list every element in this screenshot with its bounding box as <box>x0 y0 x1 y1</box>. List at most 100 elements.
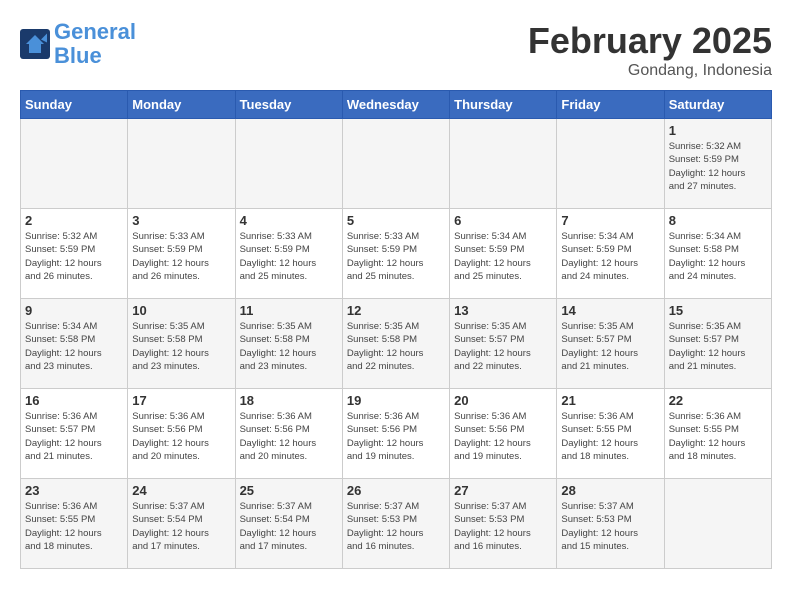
dow-header-tuesday: Tuesday <box>235 91 342 119</box>
day-cell <box>21 119 128 209</box>
day-number: 7 <box>561 213 659 228</box>
day-number: 16 <box>25 393 123 408</box>
day-number: 24 <box>132 483 230 498</box>
day-info: Sunrise: 5:36 AM Sunset: 5:55 PM Dayligh… <box>561 410 659 463</box>
week-row-1: 1 Sunrise: 5:32 AM Sunset: 5:59 PM Daylig… <box>21 119 772 209</box>
day-number: 10 <box>132 303 230 318</box>
day-cell: 23 Sunrise: 5:36 AM Sunset: 5:55 PM Dayli… <box>21 479 128 569</box>
logo-text: General Blue <box>54 20 136 68</box>
day-cell: 7 Sunrise: 5:34 AM Sunset: 5:59 PM Daylig… <box>557 209 664 299</box>
days-of-week-row: SundayMondayTuesdayWednesdayThursdayFrid… <box>21 91 772 119</box>
day-number: 15 <box>669 303 767 318</box>
day-number: 5 <box>347 213 445 228</box>
day-cell <box>128 119 235 209</box>
day-cell: 13 Sunrise: 5:35 AM Sunset: 5:57 PM Dayli… <box>450 299 557 389</box>
day-cell: 5Sunrise: 5:33 AM Sunset: 5:59 PM Daylig… <box>342 209 449 299</box>
location: Gondang, Indonesia <box>528 62 772 80</box>
title-block: February 2025 Gondang, Indonesia <box>528 20 772 80</box>
day-info: Sunrise: 5:37 AM Sunset: 5:54 PM Dayligh… <box>240 500 338 553</box>
day-cell: 19 Sunrise: 5:36 AM Sunset: 5:56 PM Dayli… <box>342 389 449 479</box>
day-cell: 25 Sunrise: 5:37 AM Sunset: 5:54 PM Dayli… <box>235 479 342 569</box>
day-info: Sunrise: 5:36 AM Sunset: 5:56 PM Dayligh… <box>347 410 445 463</box>
month-title: February 2025 <box>528 20 772 62</box>
day-number: 17 <box>132 393 230 408</box>
day-info: Sunrise: 5:33 AM Sunset: 5:59 PM Dayligh… <box>132 230 230 283</box>
day-cell: 27 Sunrise: 5:37 AM Sunset: 5:53 PM Dayli… <box>450 479 557 569</box>
day-cell: 12 Sunrise: 5:35 AM Sunset: 5:58 PM Dayli… <box>342 299 449 389</box>
day-number: 3 <box>132 213 230 228</box>
day-cell: 26Sunrise: 5:37 AM Sunset: 5:53 PM Dayli… <box>342 479 449 569</box>
day-cell: 24 Sunrise: 5:37 AM Sunset: 5:54 PM Dayli… <box>128 479 235 569</box>
day-number: 23 <box>25 483 123 498</box>
day-number: 8 <box>669 213 767 228</box>
day-cell: 6 Sunrise: 5:34 AM Sunset: 5:59 PM Daylig… <box>450 209 557 299</box>
dow-header-thursday: Thursday <box>450 91 557 119</box>
day-number: 9 <box>25 303 123 318</box>
day-number: 21 <box>561 393 659 408</box>
day-info: Sunrise: 5:35 AM Sunset: 5:58 PM Dayligh… <box>347 320 445 373</box>
dow-header-friday: Friday <box>557 91 664 119</box>
day-cell: 18 Sunrise: 5:36 AM Sunset: 5:56 PM Dayli… <box>235 389 342 479</box>
day-cell: 2 Sunrise: 5:32 AM Sunset: 5:59 PM Daylig… <box>21 209 128 299</box>
day-info: Sunrise: 5:35 AM Sunset: 5:57 PM Dayligh… <box>669 320 767 373</box>
day-info: Sunrise: 5:32 AM Sunset: 5:59 PM Dayligh… <box>25 230 123 283</box>
day-info: Sunrise: 5:33 AM Sunset: 5:59 PM Dayligh… <box>240 230 338 283</box>
day-cell <box>342 119 449 209</box>
day-number: 11 <box>240 303 338 318</box>
day-number: 12 <box>347 303 445 318</box>
day-info: Sunrise: 5:34 AM Sunset: 5:58 PM Dayligh… <box>669 230 767 283</box>
logo-icon <box>20 29 50 59</box>
day-cell <box>664 479 771 569</box>
day-info: Sunrise: 5:35 AM Sunset: 5:57 PM Dayligh… <box>454 320 552 373</box>
day-number: 22 <box>669 393 767 408</box>
day-info: Sunrise: 5:36 AM Sunset: 5:57 PM Dayligh… <box>25 410 123 463</box>
day-info: Sunrise: 5:34 AM Sunset: 5:58 PM Dayligh… <box>25 320 123 373</box>
day-info: Sunrise: 5:37 AM Sunset: 5:54 PM Dayligh… <box>132 500 230 553</box>
day-info: Sunrise: 5:37 AM Sunset: 5:53 PM Dayligh… <box>454 500 552 553</box>
day-info: Sunrise: 5:32 AM Sunset: 5:59 PM Dayligh… <box>669 140 767 193</box>
week-row-4: 16 Sunrise: 5:36 AM Sunset: 5:57 PM Dayli… <box>21 389 772 479</box>
day-number: 1 <box>669 123 767 138</box>
day-info: Sunrise: 5:34 AM Sunset: 5:59 PM Dayligh… <box>454 230 552 283</box>
day-number: 2 <box>25 213 123 228</box>
day-cell: 11 Sunrise: 5:35 AM Sunset: 5:58 PM Dayli… <box>235 299 342 389</box>
day-cell: 10 Sunrise: 5:35 AM Sunset: 5:58 PM Dayli… <box>128 299 235 389</box>
day-info: Sunrise: 5:35 AM Sunset: 5:58 PM Dayligh… <box>132 320 230 373</box>
day-info: Sunrise: 5:35 AM Sunset: 5:58 PM Dayligh… <box>240 320 338 373</box>
dow-header-sunday: Sunday <box>21 91 128 119</box>
logo: General Blue <box>20 20 136 68</box>
week-row-3: 9 Sunrise: 5:34 AM Sunset: 5:58 PM Daylig… <box>21 299 772 389</box>
day-info: Sunrise: 5:36 AM Sunset: 5:56 PM Dayligh… <box>240 410 338 463</box>
day-cell: 28Sunrise: 5:37 AM Sunset: 5:53 PM Dayli… <box>557 479 664 569</box>
week-row-2: 2 Sunrise: 5:32 AM Sunset: 5:59 PM Daylig… <box>21 209 772 299</box>
day-cell: 3 Sunrise: 5:33 AM Sunset: 5:59 PM Daylig… <box>128 209 235 299</box>
day-number: 13 <box>454 303 552 318</box>
day-number: 25 <box>240 483 338 498</box>
day-info: Sunrise: 5:34 AM Sunset: 5:59 PM Dayligh… <box>561 230 659 283</box>
day-number: 27 <box>454 483 552 498</box>
day-number: 6 <box>454 213 552 228</box>
day-cell: 22 Sunrise: 5:36 AM Sunset: 5:55 PM Dayli… <box>664 389 771 479</box>
day-number: 18 <box>240 393 338 408</box>
day-cell: 17 Sunrise: 5:36 AM Sunset: 5:56 PM Dayli… <box>128 389 235 479</box>
day-info: Sunrise: 5:36 AM Sunset: 5:55 PM Dayligh… <box>669 410 767 463</box>
day-number: 19 <box>347 393 445 408</box>
day-info: Sunrise: 5:36 AM Sunset: 5:56 PM Dayligh… <box>454 410 552 463</box>
day-info: Sunrise: 5:37 AM Sunset: 5:53 PM Dayligh… <box>347 500 445 553</box>
day-cell: 4 Sunrise: 5:33 AM Sunset: 5:59 PM Daylig… <box>235 209 342 299</box>
day-cell: 9 Sunrise: 5:34 AM Sunset: 5:58 PM Daylig… <box>21 299 128 389</box>
week-row-5: 23 Sunrise: 5:36 AM Sunset: 5:55 PM Dayli… <box>21 479 772 569</box>
calendar: SundayMondayTuesdayWednesdayThursdayFrid… <box>20 90 772 569</box>
day-cell: 16 Sunrise: 5:36 AM Sunset: 5:57 PM Dayli… <box>21 389 128 479</box>
day-info: Sunrise: 5:36 AM Sunset: 5:56 PM Dayligh… <box>132 410 230 463</box>
day-cell: 21 Sunrise: 5:36 AM Sunset: 5:55 PM Dayli… <box>557 389 664 479</box>
day-info: Sunrise: 5:36 AM Sunset: 5:55 PM Dayligh… <box>25 500 123 553</box>
dow-header-monday: Monday <box>128 91 235 119</box>
day-info: Sunrise: 5:37 AM Sunset: 5:53 PM Dayligh… <box>561 500 659 553</box>
dow-header-saturday: Saturday <box>664 91 771 119</box>
day-number: 4 <box>240 213 338 228</box>
day-cell: 1 Sunrise: 5:32 AM Sunset: 5:59 PM Daylig… <box>664 119 771 209</box>
day-cell <box>450 119 557 209</box>
day-cell: 8 Sunrise: 5:34 AM Sunset: 5:58 PM Daylig… <box>664 209 771 299</box>
day-info: Sunrise: 5:35 AM Sunset: 5:57 PM Dayligh… <box>561 320 659 373</box>
